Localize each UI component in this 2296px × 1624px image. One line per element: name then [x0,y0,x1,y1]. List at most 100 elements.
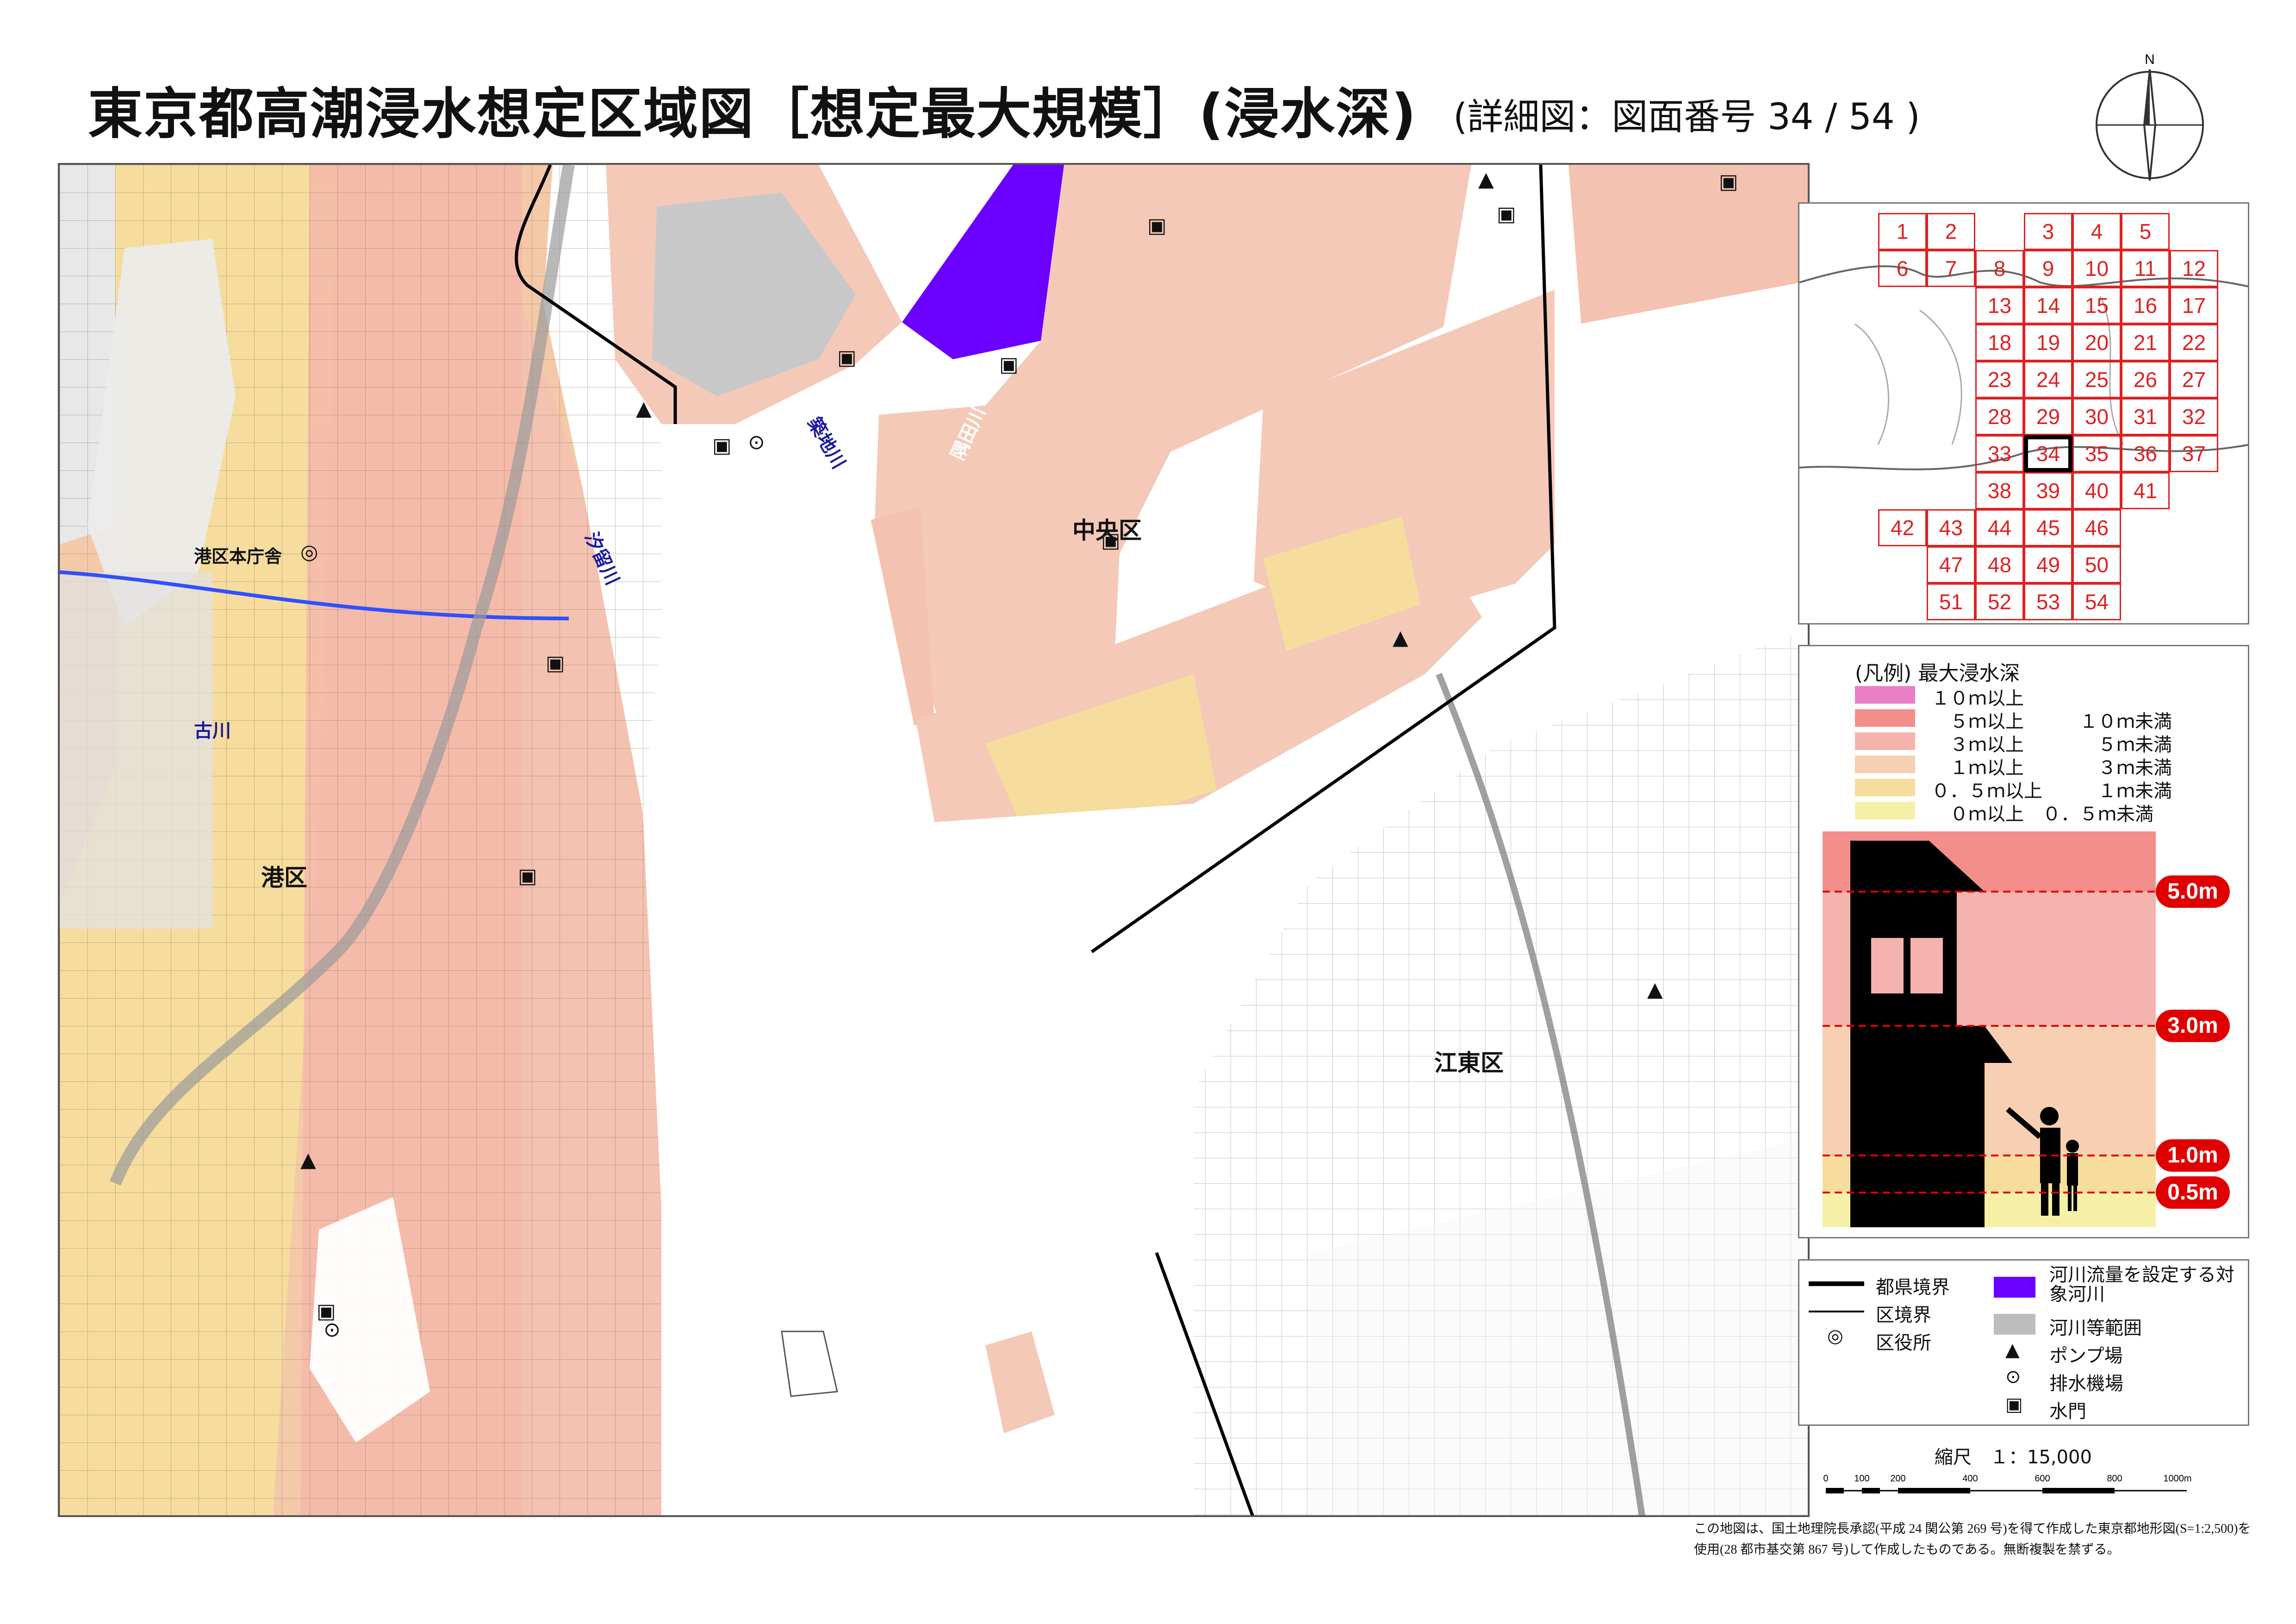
index-cell[interactable]: 7 [1927,250,1975,287]
flood-depth-map[interactable]: 港区 中央区 江東区 港区本庁舎 ◎ 汐留川 築地川 隅田川 古川 ▲ ▲ ▲ … [58,163,1810,1517]
index-cell[interactable]: 45 [2024,509,2072,546]
floodgate-icon[interactable]: ▣ [1147,216,1167,236]
index-cell[interactable]: 2 [1927,213,1975,250]
index-cell[interactable]: 8 [1975,250,2024,287]
floodgate-icon[interactable]: ▣ [1101,531,1120,551]
legend-swatch [1855,732,1915,750]
scale-tick: 100 [1854,1474,1869,1484]
pump-station-icon[interactable]: ▲ [1478,169,1494,190]
index-cell[interactable]: 18 [1975,324,2024,361]
symbol-label: 都県境界 [1876,1277,1950,1298]
index-cell[interactable]: 53 [2024,583,2072,620]
index-cell[interactable]: 19 [2024,324,2072,361]
floodgate-icon[interactable]: ▣ [712,436,732,456]
index-cell[interactable]: 10 [2072,250,2121,287]
index-cell[interactable]: 36 [2121,435,2170,472]
index-cell[interactable]: 52 [1975,583,2024,620]
symbol-label: 排水機場 [2049,1373,2123,1394]
pump-station-icon[interactable]: ▲ [636,399,652,419]
symbol-label: 水門 [2049,1401,2086,1422]
target-river-icon [1994,1277,2035,1298]
depth-tag: 3.0m [2156,1010,2230,1042]
index-cell[interactable]: 15 [2072,287,2121,324]
floodgate-icon[interactable]: ▣ [546,653,565,674]
floodgate-icon[interactable]: ▣ [1497,204,1516,225]
floodgate-icon[interactable]: ▣ [1719,172,1738,192]
index-cell[interactable]: 47 [1927,546,1975,583]
depth-tag: 5.0m [2156,875,2230,908]
index-cell[interactable]: 54 [2072,583,2121,620]
depth-tag: 0.5m [2156,1176,2230,1209]
legend-swatch [1855,802,1915,819]
symbol-label: 河川等範囲 [2049,1318,2142,1339]
index-cell[interactable]: 21 [2121,324,2170,361]
index-cell[interactable]: 50 [2072,546,2121,583]
index-cell[interactable]: 24 [2024,361,2072,398]
index-cell[interactable]: 20 [2072,324,2121,361]
scale-tick: 200 [1890,1474,1905,1484]
index-cell[interactable]: 27 [2170,361,2218,398]
index-cell[interactable]: 51 [1927,583,1975,620]
index-cell[interactable]: 4 [2072,213,2121,250]
floodgate-icon[interactable]: ▣ [518,866,537,887]
index-cell[interactable]: 49 [2024,546,2072,583]
index-cell[interactable]: 31 [2121,398,2170,435]
index-cell[interactable]: 38 [1975,472,2024,509]
index-cell[interactable]: 12 [2170,250,2218,287]
index-cell[interactable]: 43 [1927,509,1975,546]
pump-station-icon[interactable]: ▲ [1647,980,1663,1000]
pump-station-icon[interactable]: ▲ [1393,628,1408,648]
index-cell[interactable]: 29 [2024,398,2072,435]
index-cell[interactable]: 5 [2121,213,2170,250]
index-cell[interactable]: 22 [2170,324,2218,361]
pump-station-icon: ▲ [2005,1339,2020,1361]
index-cell[interactable]: 9 [2024,250,2072,287]
symbol-label: 河川流量を設定する対象河川 [2049,1264,2234,1305]
index-cell[interactable]: 26 [2121,361,2170,398]
ward-office-label: 港区本庁舎 [194,546,282,567]
floodgate-icon[interactable]: ▣ [999,355,1019,375]
legend-swatch [1855,709,1915,727]
index-cell[interactable]: 35 [2072,435,2121,472]
scale-bar: 0 100 200 400 600 800 1000m [1823,1474,2191,1493]
legend-row: ０ｍ以上 ０．５ｍ未満 [1855,799,2244,825]
index-cell[interactable]: 17 [2170,287,2218,324]
index-cell[interactable]: 39 [2024,472,2072,509]
index-cell[interactable]: 13 [1975,287,2024,324]
ward-label-koto: 江東区 [1434,1049,1504,1076]
ward-label-minato: 港区 [261,864,307,891]
index-cell[interactable]: 48 [1975,546,2024,583]
index-cell[interactable]: 30 [2072,398,2121,435]
index-cell[interactable]: 40 [2072,472,2121,509]
index-cell[interactable]: 25 [2072,361,2121,398]
legend-swatch [1855,686,1915,704]
page-title: 東京都高潮浸水想定区域図［想定最大規模］(浸水深) [88,82,1417,146]
index-cell[interactable]: 32 [2170,398,2218,435]
index-cell[interactable]: 44 [1975,509,2024,546]
index-cell[interactable]: 46 [2072,509,2121,546]
index-cell[interactable]: 33 [1975,435,2024,472]
index-cell[interactable]: 3 [2024,213,2072,250]
index-cell[interactable]: 28 [1975,398,2024,435]
drainage-station-icon[interactable]: ⊙ [748,432,765,453]
index-cell[interactable]: 1 [1878,213,1927,250]
pump-station-icon[interactable]: ▲ [300,1150,316,1170]
symbol-label: 区境界 [1876,1305,1931,1326]
floodgate-icon: ▣ [2005,1394,2023,1415]
river-area-icon [1994,1314,2035,1335]
legend-row: ５ｍ以上 １０ｍ未満 [1855,706,2244,732]
legend-row: １０ｍ以上 [1855,683,2244,709]
index-cell[interactable]: 41 [2121,472,2170,509]
index-cell[interactable]: 42 [1878,509,1927,546]
floodgate-icon[interactable]: ▣ [837,348,857,368]
index-cell[interactable]: 37 [2170,435,2218,472]
index-cell[interactable]: 11 [2121,250,2170,287]
index-cell[interactable]: 14 [2024,287,2072,324]
symbol-label: ポンプ場 [2049,1345,2123,1367]
scale-tick: 600 [2035,1474,2050,1484]
index-cell[interactable]: 6 [1878,250,1927,287]
index-cell[interactable]: 16 [2121,287,2170,324]
index-cell[interactable]: 23 [1975,361,2024,398]
floodgate-icon[interactable]: ▣ [317,1301,336,1322]
index-cell-current[interactable]: 34 [2024,435,2072,472]
